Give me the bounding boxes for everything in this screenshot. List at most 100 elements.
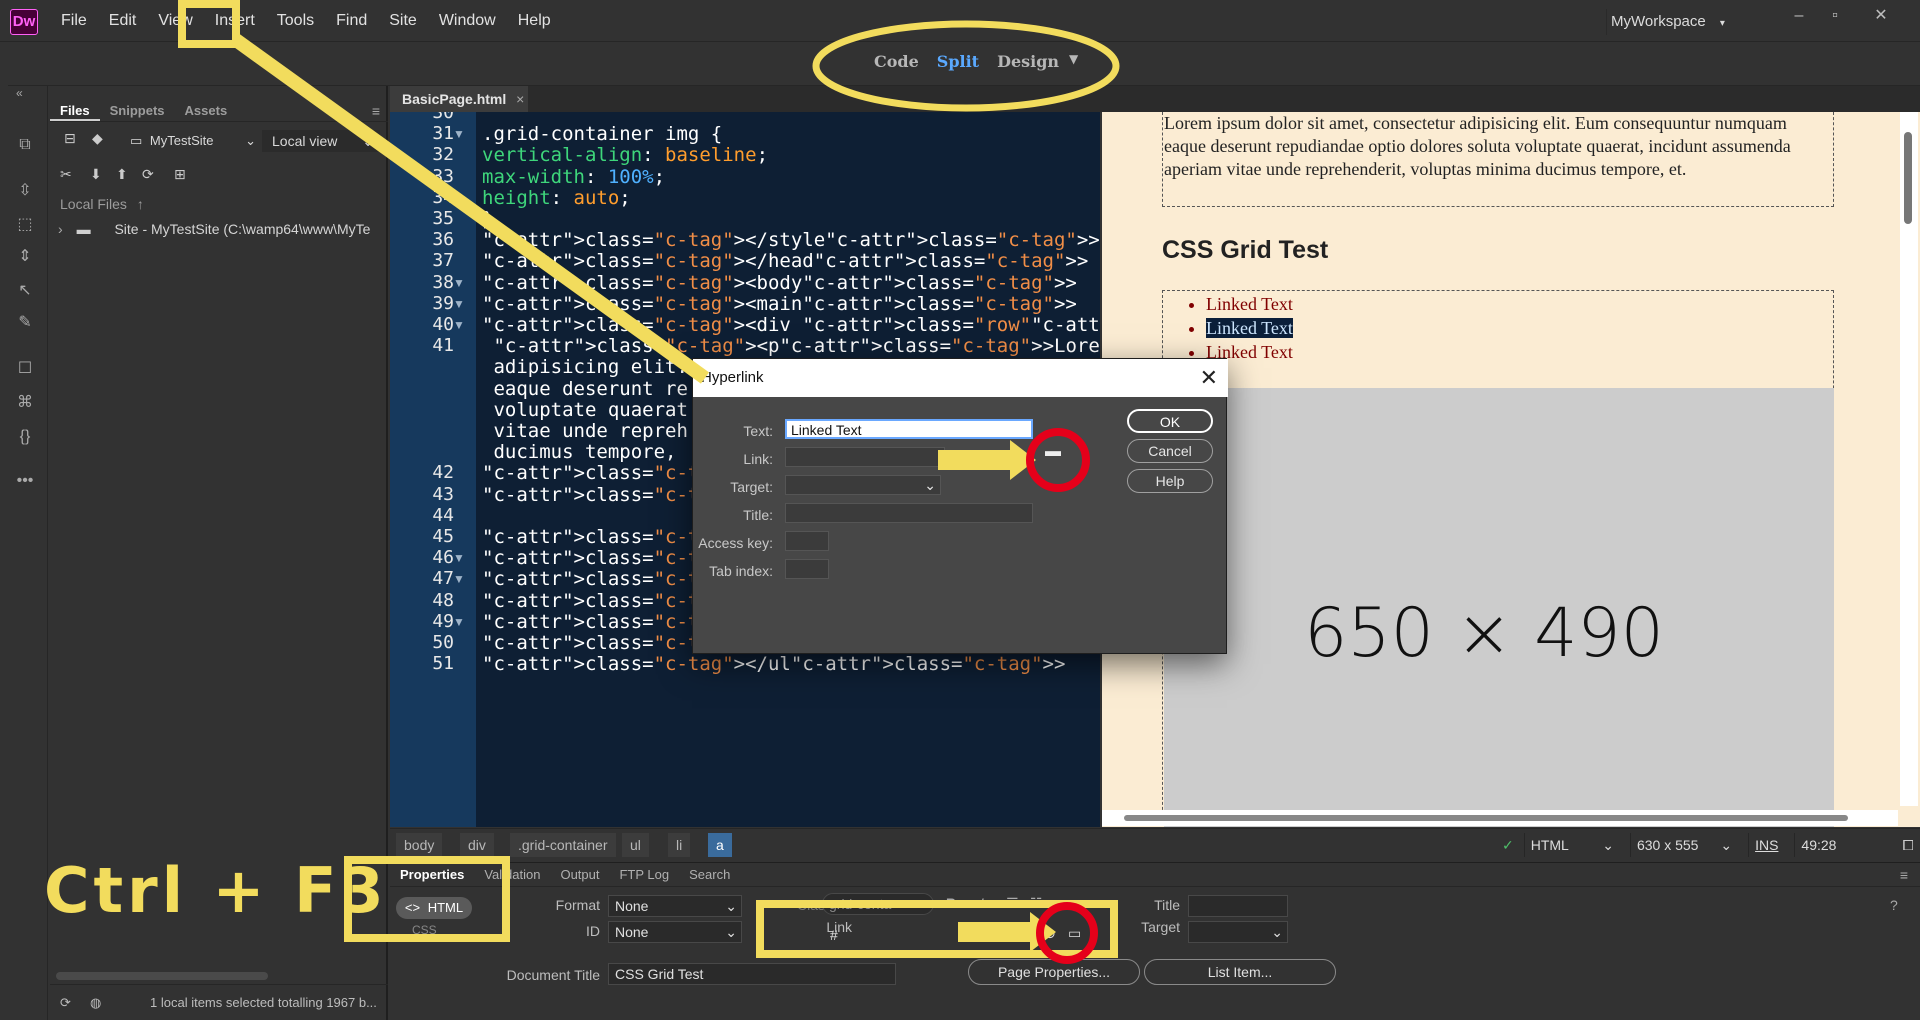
disconnect-icon[interactable]: ✂ xyxy=(60,166,72,183)
menu-window[interactable]: Window xyxy=(428,0,507,42)
comment-icon[interactable]: ☐ xyxy=(14,358,36,380)
placeholder-image[interactable]: 650 × 490 xyxy=(1164,388,1834,827)
tag-crumb-grid-container[interactable]: .grid-container xyxy=(510,833,616,857)
dialog-tab-index-input[interactable] xyxy=(785,559,829,579)
design-link-selected[interactable]: Linked Text xyxy=(1206,318,1293,338)
panel-menu-icon[interactable]: ≡ xyxy=(372,100,388,121)
help-icon[interactable]: ? xyxy=(1890,897,1898,913)
code-line[interactable]: height: auto; xyxy=(482,187,631,209)
close-window-icon[interactable]: ✕ xyxy=(1864,4,1898,28)
view-split-button[interactable]: Split xyxy=(937,52,979,71)
fold-arrow-icon[interactable]: ▼ xyxy=(453,318,465,332)
code-line[interactable]: "c-attr">class="c-tag"></style"c-attr">c… xyxy=(482,229,1100,251)
site-tree-row[interactable]: › ▬ Site - MyTestSite (C:\wamp64\www\MyT… xyxy=(58,218,388,240)
tab-search[interactable]: Search xyxy=(679,863,740,886)
code-line[interactable]: } xyxy=(482,208,493,230)
menu-file[interactable]: File xyxy=(50,0,98,42)
format-source-icon[interactable]: ✎ xyxy=(14,312,36,334)
select-parent-icon[interactable]: ⬚ xyxy=(14,214,36,236)
view-design-button[interactable]: Design xyxy=(997,52,1059,71)
view-code-button[interactable]: Code xyxy=(874,52,919,71)
fold-arrow-icon[interactable]: ▼ xyxy=(453,615,465,629)
document-tab[interactable]: BasicPage.html × xyxy=(390,86,528,112)
fold-arrow-icon[interactable]: ▼ xyxy=(453,572,465,586)
tag-crumb-body[interactable]: body xyxy=(396,833,443,857)
title-input[interactable] xyxy=(1188,895,1288,917)
tag-crumb-li[interactable]: li xyxy=(668,833,691,857)
globe-icon[interactable]: ◍ xyxy=(90,985,101,1020)
snippet-icon[interactable]: ⌘ xyxy=(14,392,36,414)
menu-tools[interactable]: Tools xyxy=(266,0,325,42)
code-line[interactable]: vertical-align: baseline; xyxy=(482,144,768,166)
code-line[interactable]: "c-attr">class="c-tag"><body"c-attr">cla… xyxy=(482,272,1077,294)
dialog-access-key-input[interactable] xyxy=(785,531,829,551)
collapse-icon[interactable]: « xyxy=(16,86,23,100)
refresh-icon[interactable]: ⟳ xyxy=(142,166,154,183)
connect-icon[interactable]: ⊟ xyxy=(64,130,76,147)
code-line[interactable]: "c-attr">class="c-tag"><main"c-attr">cla… xyxy=(482,293,1077,315)
view-mode-select[interactable]: Local view ⌄ xyxy=(262,130,380,152)
list-item-button[interactable]: List Item... xyxy=(1144,959,1336,985)
fold-arrow-icon[interactable]: ▼ xyxy=(453,276,465,290)
refresh-icon[interactable]: ⟳ xyxy=(60,985,71,1020)
code-line[interactable]: "c-attr">class="c-tag"><p"c-attr">class=… xyxy=(482,335,1100,357)
menu-help[interactable]: Help xyxy=(507,0,562,42)
ok-button[interactable]: OK xyxy=(1127,409,1213,433)
collapse-selection-icon[interactable]: ⇕ xyxy=(14,246,36,268)
tag-crumb-a[interactable]: a xyxy=(708,833,732,857)
expand-panel-icon[interactable]: ⊞ xyxy=(174,166,186,183)
tab-files[interactable]: Files xyxy=(50,100,100,121)
code-line[interactable]: ducimus tempore, xyxy=(482,441,676,463)
cancel-button[interactable]: Cancel xyxy=(1127,439,1213,463)
design-vertical-scrollbar[interactable] xyxy=(1900,112,1918,806)
doc-title-input[interactable]: CSS Grid Test xyxy=(608,963,896,985)
insert-mode[interactable]: INS xyxy=(1748,833,1784,857)
close-tab-icon[interactable]: × xyxy=(516,91,524,107)
code-line[interactable]: "c-attr">class="c-tag"></head"c-attr">cl… xyxy=(482,250,1088,272)
minimize-icon[interactable]: – xyxy=(1782,4,1816,28)
put-files-icon[interactable]: ⬆ xyxy=(116,166,128,183)
code-line[interactable]: vitae unde repreh xyxy=(482,420,687,442)
fold-arrow-icon[interactable]: ▼ xyxy=(453,551,465,565)
preview-icon[interactable]: ⧠ xyxy=(1902,837,1913,854)
code-line[interactable]: adipisicing elit. xyxy=(482,356,687,378)
design-paragraph[interactable]: Lorem ipsum dolor sit amet, consectetur … xyxy=(1162,112,1834,181)
dialog-text-input[interactable]: Linked Text xyxy=(785,419,1033,439)
scroll-thumb[interactable] xyxy=(1124,815,1848,821)
workspace-switcher[interactable]: MyWorkspace ▾ xyxy=(1606,9,1738,35)
code-line[interactable]: "c-attr">class="c-tag"></ul"c-attr">clas… xyxy=(482,653,1065,675)
scroll-thumb[interactable] xyxy=(1904,132,1912,224)
local-files-header[interactable]: Local Files ↑ xyxy=(60,196,144,212)
fold-arrow-icon[interactable]: ▼ xyxy=(453,297,465,311)
design-heading[interactable]: CSS Grid Test xyxy=(1162,236,1328,265)
get-files-icon[interactable]: ⬇ xyxy=(90,166,102,183)
panel-menu-icon[interactable]: ≡ xyxy=(1900,863,1920,886)
menu-find[interactable]: Find xyxy=(325,0,378,42)
code-hint-icon[interactable]: {} xyxy=(14,426,36,448)
site-select[interactable]: ▭ MyTestSite ⌄ xyxy=(130,130,256,152)
target-select[interactable]: ⌄ xyxy=(1188,921,1288,943)
close-icon[interactable]: ✕ xyxy=(1200,359,1218,397)
tab-output[interactable]: Output xyxy=(550,863,609,886)
code-line[interactable]: eaque deserunt re xyxy=(482,378,687,400)
tag-crumb-div[interactable]: div xyxy=(460,833,494,857)
doc-type-select[interactable]: HTML ⌄ xyxy=(1523,833,1620,857)
page-properties-button[interactable]: Page Properties... xyxy=(968,959,1140,985)
design-link[interactable]: Linked Text xyxy=(1206,294,1293,314)
tab-assets[interactable]: Assets xyxy=(175,100,238,121)
code-line[interactable]: max-width: 100%; xyxy=(482,166,665,188)
menu-edit[interactable]: Edit xyxy=(98,0,148,42)
dialog-link-input[interactable] xyxy=(785,447,945,467)
menu-site[interactable]: Site xyxy=(378,0,428,42)
help-button[interactable]: Help xyxy=(1127,469,1213,493)
dialog-title-input[interactable] xyxy=(785,503,1033,523)
tag-crumb-ul[interactable]: ul xyxy=(622,833,649,857)
open-documents-icon[interactable]: ⧉ xyxy=(14,134,36,156)
tab-snippets[interactable]: Snippets xyxy=(100,100,175,121)
code-line[interactable]: .grid-container img { xyxy=(482,123,722,145)
tab-ftp-log[interactable]: FTP Log xyxy=(609,863,679,886)
more-icon[interactable]: ••• xyxy=(14,470,36,492)
dialog-target-select[interactable]: ⌄ xyxy=(785,475,941,495)
select-tag-icon[interactable]: ↖ xyxy=(14,280,36,302)
expand-all-icon[interactable]: ⇳ xyxy=(14,180,36,202)
